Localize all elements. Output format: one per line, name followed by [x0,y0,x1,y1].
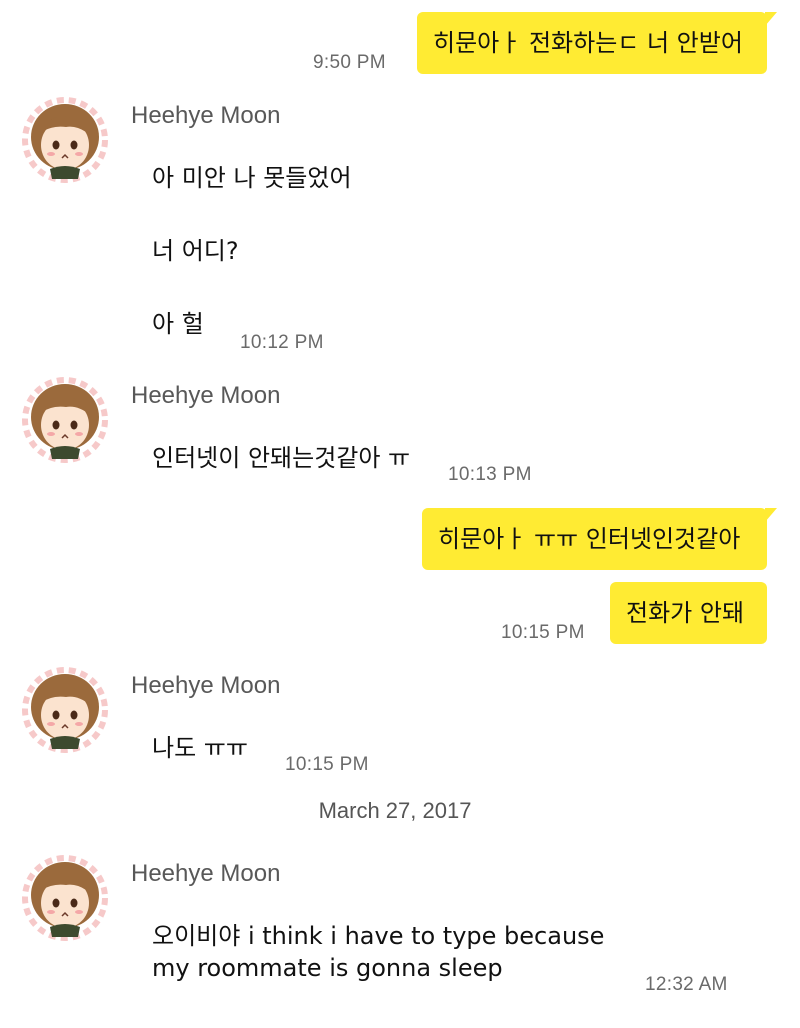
incoming-message-text[interactable]: 인터넷이 안돼는것같아 ㅠ [152,442,410,474]
outgoing-message-bubble[interactable]: 히문아ㅏ ㅠㅠ 인터넷인것같아 [422,508,777,570]
message-time: 12:32 AM [645,974,728,995]
sender-name: Heehye Moon [131,382,281,409]
incoming-message-text[interactable]: 아 헐 [152,308,204,340]
avatar[interactable] [20,853,110,943]
message-time: 9:50 PM [313,52,386,73]
avatar[interactable] [20,95,110,185]
outgoing-message-bubble[interactable]: 전화가 안돼 [610,582,767,644]
message-time: 10:15 PM [501,622,585,643]
incoming-message-text[interactable]: 아 미안 나 못들었어 [152,162,352,194]
outgoing-message-bubble[interactable]: 히문아ㅏ 전화하는ㄷ 너 안받어 [417,12,777,74]
date-divider: March 27, 2017 [318,798,472,823]
incoming-message-text[interactable]: 너 어디? [152,235,239,267]
message-text: 전화가 안돼 [626,599,745,627]
incoming-message-text[interactable]: 오이비야 i think i have to type because [152,920,604,952]
message-time: 10:15 PM [285,754,369,775]
message-time: 10:12 PM [240,332,324,353]
message-text: 히문아ㅏ 전화하는ㄷ 너 안받어 [433,29,743,57]
avatar[interactable] [20,375,110,465]
incoming-message-text[interactable]: my roommate is gonna sleep [152,952,503,984]
incoming-message-text[interactable]: 나도 ㅠㅠ [152,732,248,764]
avatar[interactable] [20,665,110,755]
message-text: 히문아ㅏ ㅠㅠ 인터넷인것같아 [438,525,741,553]
message-time: 10:13 PM [448,464,532,485]
sender-name: Heehye Moon [131,102,281,129]
sender-name: Heehye Moon [131,672,281,699]
sender-name: Heehye Moon [131,860,281,887]
